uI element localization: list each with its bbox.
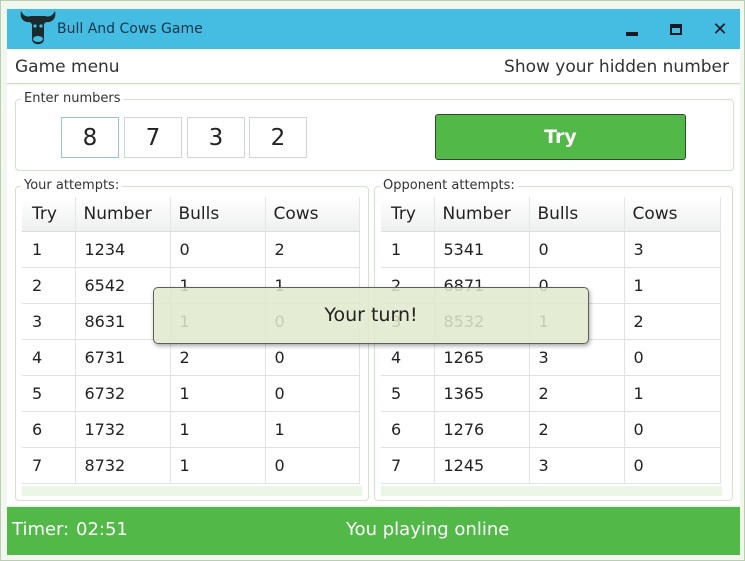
cell-cows: 0 xyxy=(265,447,360,484)
cell-number: 1265 xyxy=(434,339,530,376)
column-header-cows[interactable]: Cows xyxy=(265,197,360,232)
status-bar: Timer: 02:51 You playing online xyxy=(7,507,740,555)
digit-input-1[interactable] xyxy=(61,117,119,158)
enter-numbers-group: Enter numbers Try xyxy=(15,91,734,171)
cell-try: 6 xyxy=(22,411,76,448)
cell-bulls: 1 xyxy=(170,411,266,448)
timer-label: Timer: xyxy=(12,519,70,540)
bull-head-icon xyxy=(20,11,56,45)
digit-input-2[interactable] xyxy=(124,117,182,158)
table-row[interactable]: 6 1276 2 0 xyxy=(381,411,721,448)
cell-number: 8732 xyxy=(75,447,171,484)
column-header-bulls[interactable]: Bulls xyxy=(170,197,266,232)
column-header-number[interactable]: Number xyxy=(75,197,171,232)
table-row[interactable]: 7 1245 3 0 xyxy=(381,447,721,484)
column-header-bulls[interactable]: Bulls xyxy=(529,197,625,232)
window-title: Bull And Cows Game xyxy=(57,21,203,37)
cell-cows: 0 xyxy=(265,339,360,376)
digit-input-4[interactable] xyxy=(249,117,307,158)
cell-cows: 0 xyxy=(624,411,721,448)
column-header-cows[interactable]: Cows xyxy=(624,197,721,232)
cell-number: 1732 xyxy=(75,411,171,448)
connection-status: You playing online xyxy=(346,519,510,540)
table-row[interactable]: 4 6731 2 0 xyxy=(22,339,360,376)
cell-try: 4 xyxy=(381,339,435,376)
opponent-attempts-label: Opponent attempts: xyxy=(380,178,518,193)
table-row[interactable]: 6 1732 1 1 xyxy=(22,411,360,448)
enter-numbers-label: Enter numbers xyxy=(21,91,124,106)
column-header-try[interactable]: Try xyxy=(22,197,76,232)
close-icon: ✕ xyxy=(712,18,728,40)
digit-input-3[interactable] xyxy=(187,117,245,158)
table-footer xyxy=(22,486,362,496)
cell-cows: 2 xyxy=(624,303,721,340)
cell-try: 6 xyxy=(381,411,435,448)
table-row[interactable]: 1 5341 0 3 xyxy=(381,231,721,268)
table-row[interactable]: 1 1234 0 2 xyxy=(22,231,360,268)
cell-cows: 2 xyxy=(265,231,360,268)
menu-bar: Game menu Show your hidden number xyxy=(7,49,740,84)
title-bar[interactable]: Bull And Cows Game ✕ xyxy=(7,9,740,49)
cell-bulls: 2 xyxy=(529,411,625,448)
cell-try: 1 xyxy=(381,231,435,268)
cell-cows: 1 xyxy=(265,411,360,448)
cell-try: 5 xyxy=(22,375,76,412)
cell-bulls: 1 xyxy=(170,375,266,412)
minimize-button[interactable] xyxy=(612,9,652,49)
maximize-button[interactable] xyxy=(656,9,696,49)
cell-bulls: 2 xyxy=(170,339,266,376)
cell-bulls: 0 xyxy=(529,231,625,268)
cell-cows: 0 xyxy=(624,339,721,376)
turn-notification: Your turn! xyxy=(153,287,589,344)
cell-number: 1234 xyxy=(75,231,171,268)
notification-text: Your turn! xyxy=(324,304,418,326)
cell-try: 7 xyxy=(381,447,435,484)
cell-number: 6731 xyxy=(75,339,171,376)
cell-cows: 1 xyxy=(624,375,721,412)
show-hidden-number-menu[interactable]: Show your hidden number xyxy=(504,57,729,77)
table-header-row: Try Number Bulls Cows xyxy=(22,197,360,232)
minimize-icon xyxy=(626,32,638,36)
cell-bulls: 3 xyxy=(529,339,625,376)
table-row[interactable]: 5 1365 2 1 xyxy=(381,375,721,412)
table-footer xyxy=(381,486,722,496)
cell-bulls: 3 xyxy=(529,447,625,484)
app-window: Bull And Cows Game ✕ Game menu Show your… xyxy=(0,0,745,561)
table-row[interactable]: 5 6732 1 0 xyxy=(22,375,360,412)
table-row[interactable]: 7 8732 1 0 xyxy=(22,447,360,484)
cell-cows: 0 xyxy=(265,375,360,412)
cell-number: 5341 xyxy=(434,231,530,268)
table-header-row: Try Number Bulls Cows xyxy=(381,197,721,232)
try-button[interactable]: Try xyxy=(435,114,686,160)
cell-try: 4 xyxy=(22,339,76,376)
close-button[interactable]: ✕ xyxy=(700,9,740,49)
cell-cows: 1 xyxy=(624,267,721,304)
cell-try: 3 xyxy=(22,303,76,340)
column-header-try[interactable]: Try xyxy=(381,197,435,232)
cell-number: 6732 xyxy=(75,375,171,412)
cell-number: 1365 xyxy=(434,375,530,412)
cell-try: 1 xyxy=(22,231,76,268)
your-attempts-label: Your attempts: xyxy=(21,178,123,193)
cell-cows: 0 xyxy=(624,447,721,484)
timer-value: 02:51 xyxy=(76,519,128,540)
cell-bulls: 1 xyxy=(170,447,266,484)
cell-cows: 3 xyxy=(624,231,721,268)
game-menu[interactable]: Game menu xyxy=(15,57,120,77)
maximize-icon xyxy=(670,23,682,35)
column-header-number[interactable]: Number xyxy=(434,197,530,232)
table-row[interactable]: 4 1265 3 0 xyxy=(381,339,721,376)
cell-bulls: 2 xyxy=(529,375,625,412)
cell-number: 1245 xyxy=(434,447,530,484)
cell-number: 1276 xyxy=(434,411,530,448)
cell-try: 2 xyxy=(22,267,76,304)
cell-bulls: 0 xyxy=(170,231,266,268)
cell-try: 7 xyxy=(22,447,76,484)
cell-try: 5 xyxy=(381,375,435,412)
